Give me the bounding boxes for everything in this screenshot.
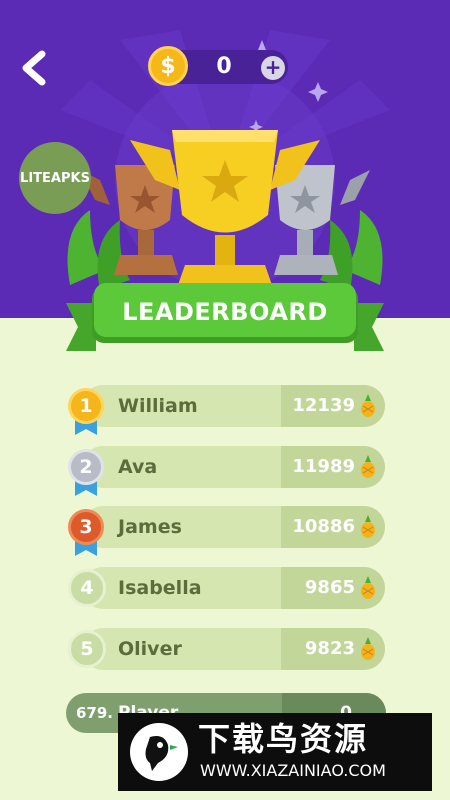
trophies-illustration [67, 130, 383, 290]
watermark-title: 下载鸟资源 [198, 720, 369, 758]
back-chevron-icon[interactable] [16, 48, 52, 88]
leaderboard-row-2: 2 Ava 11989 [68, 446, 385, 496]
sparkle-icon [308, 82, 328, 102]
leaderboard-row-4: 4 Isabella 9865 [68, 567, 385, 609]
liteapks-label: LITEAPKS [20, 170, 90, 186]
watermark-overlay: 下载鸟资源 WWW.XIAZAINIAO.COM [118, 713, 432, 791]
pineapple-icon [361, 455, 375, 478]
leaderboard-row-3: 3 James 10886 [68, 506, 385, 556]
liteapks-badge: LITEAPKS [19, 142, 91, 214]
player-score: 9823 [304, 638, 355, 659]
player-name: William [118, 395, 198, 417]
player-name: James [118, 516, 182, 538]
pineapple-icon [361, 515, 375, 538]
coin-count: 0 [216, 54, 232, 79]
rank-number: 2 [79, 456, 93, 478]
leaderboard-row-1: 1 William 12139 [68, 385, 385, 435]
rank-number: 1 [79, 395, 93, 417]
player-name: Ava [118, 456, 158, 478]
player-score: 11989 [292, 456, 355, 477]
add-coins-button[interactable]: + [261, 56, 285, 80]
rank-circle: 4 [68, 569, 106, 607]
pineapple-icon [361, 394, 375, 417]
silver-medal-icon: 2 [68, 449, 104, 485]
bird-logo-icon [130, 723, 188, 781]
player-score: 9865 [304, 577, 355, 598]
player-score: 10886 [292, 516, 355, 537]
rank-number: 3 [79, 516, 93, 538]
dollar-coin-icon: $ [148, 46, 188, 86]
rank-circle: 5 [68, 630, 106, 668]
bronze-medal-icon: 3 [68, 509, 104, 545]
leaderboard-row-5: 5 Oliver 9823 [68, 628, 385, 670]
current-player-rank: 679. [76, 704, 114, 722]
pineapple-icon [361, 576, 375, 599]
watermark-url: WWW.XIAZAINIAO.COM [200, 761, 386, 780]
pineapple-icon [361, 637, 375, 660]
leaderboard-title: LEADERBOARD [122, 298, 328, 326]
gold-medal-icon: 1 [68, 388, 104, 424]
player-name: Oliver [118, 638, 182, 660]
player-score: 12139 [292, 395, 355, 416]
player-name: Isabella [118, 577, 202, 599]
